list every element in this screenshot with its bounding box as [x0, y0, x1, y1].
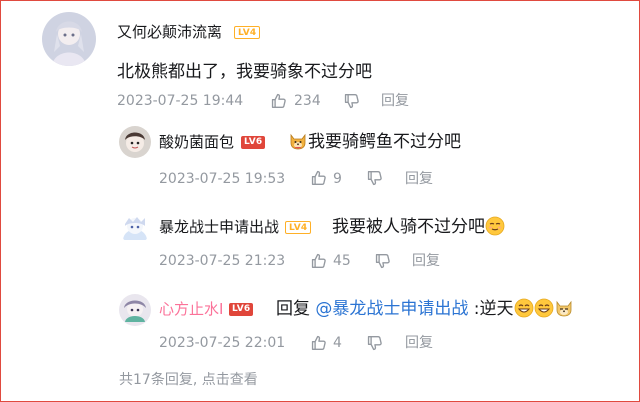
thumbs-up-icon[interactable]	[310, 252, 327, 269]
comment-text-content: 我要被人骑不过分吧	[332, 217, 485, 237]
thumbs-up-icon[interactable]	[310, 334, 327, 351]
avatar[interactable]	[119, 126, 151, 158]
level-badge: LV6	[241, 136, 266, 149]
doge-emoji-icon	[556, 300, 571, 317]
reply-button[interactable]: 回复	[405, 170, 433, 188]
reply-button[interactable]: 回复	[405, 334, 433, 352]
username[interactable]: 又何必颠沛流离	[117, 23, 222, 41]
thumbs-down-icon[interactable]	[343, 93, 360, 110]
mention-link[interactable]: @暴龙战士申请出战	[315, 299, 468, 319]
avatar[interactable]	[119, 212, 151, 244]
view-all-replies-link[interactable]: 共17条回复, 点击查看	[119, 371, 258, 389]
comment-text-content: 我要骑鳄鱼不过分吧	[308, 132, 461, 152]
comment-text: 我要被人骑不过分吧	[332, 216, 505, 238]
username[interactable]: 暴龙战士申请出战	[159, 218, 279, 236]
timestamp: 2023-07-25 19:44	[117, 93, 244, 109]
thumbs-up-icon[interactable]	[310, 169, 327, 186]
avatar[interactable]	[42, 12, 96, 66]
avatar[interactable]	[119, 294, 151, 326]
username[interactable]: 酸奶菌面包	[159, 133, 234, 151]
comment-text: 我要骑鳄鱼不过分吧	[288, 131, 461, 153]
reply-button[interactable]: 回复	[412, 252, 440, 270]
like-count: 45	[333, 253, 351, 269]
like-count: 9	[333, 171, 342, 187]
reply-prefix: 回复	[276, 299, 316, 319]
comment-text: 回复 @暴龙战士申请出战 :逆天	[276, 298, 574, 320]
like-count: 4	[333, 335, 342, 351]
comment-text: 北极熊都出了，我要骑象不过分吧	[117, 62, 372, 82]
thumbs-down-icon[interactable]	[366, 335, 383, 352]
timestamp: 2023-07-25 22:01	[159, 335, 286, 351]
level-badge: LV4	[285, 221, 312, 234]
username[interactable]: 心方止水I	[159, 300, 223, 318]
timestamp: 2023-07-25 19:53	[159, 171, 286, 187]
thumbs-down-icon[interactable]	[374, 253, 391, 270]
smirk-emoji-icon	[485, 216, 505, 236]
comment-text-content: :逆天	[468, 299, 514, 319]
grin-emoji-icon	[514, 298, 533, 318]
level-badge: LV6	[229, 303, 254, 316]
level-badge: LV4	[234, 26, 261, 39]
timestamp: 2023-07-25 21:23	[159, 253, 286, 269]
reply-button[interactable]: 回复	[381, 92, 409, 110]
dog-emoji-icon	[290, 133, 306, 150]
thumbs-down-icon[interactable]	[366, 170, 383, 187]
thumbs-up-icon[interactable]	[270, 92, 287, 109]
grin-emoji-icon	[534, 298, 553, 318]
like-count: 234	[294, 93, 321, 109]
